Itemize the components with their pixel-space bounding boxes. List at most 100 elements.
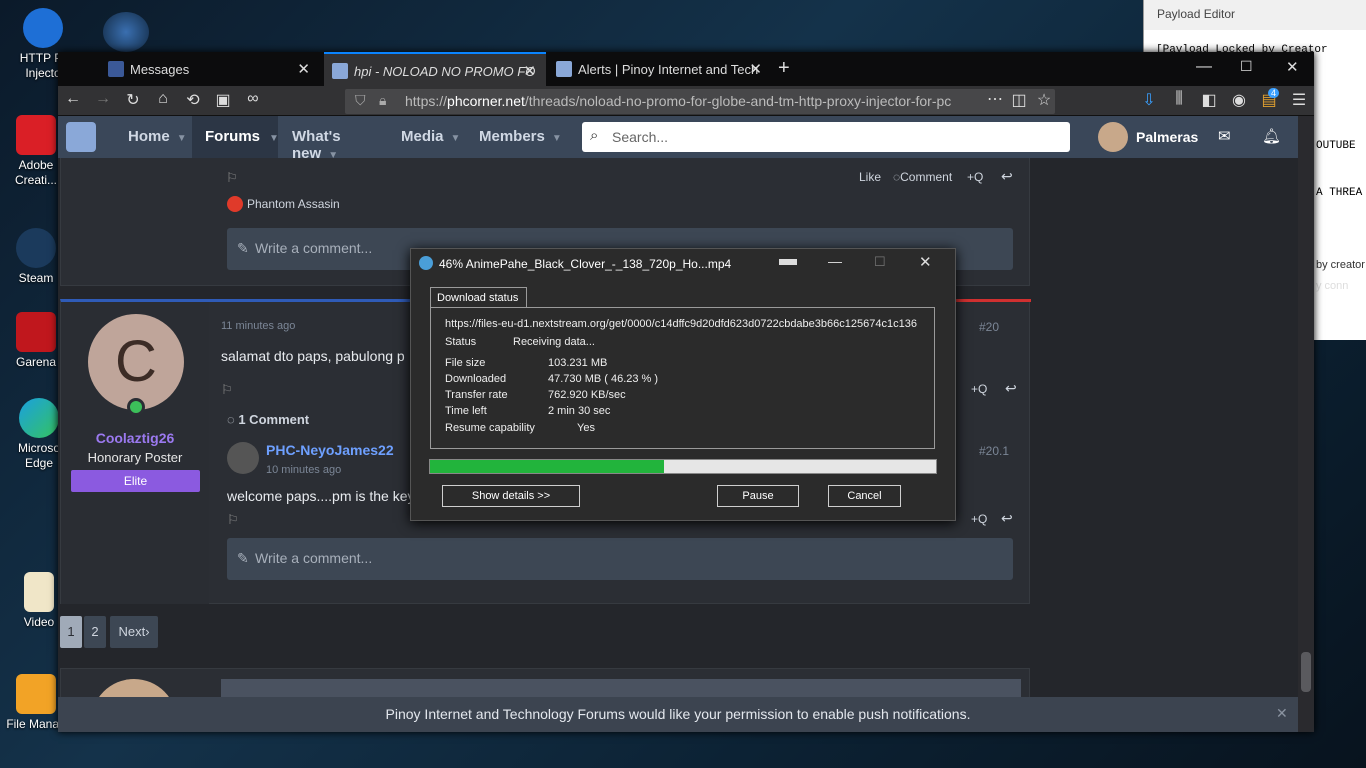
minimize-icon[interactable]: — <box>1196 58 1212 76</box>
reload-icon[interactable]: ↻ <box>122 90 144 110</box>
pause-button[interactable]: Pause <box>717 485 799 507</box>
post-text: salamat dto paps, pabulong p <box>221 348 405 364</box>
dialog-titlebar[interactable]: 46% AnimePahe_Black_Clover_-_138_720p_Ho… <box>411 249 955 278</box>
url-bar[interactable]: ⛉ 🔒︎ https://phcorner.net/threads/noload… <box>345 89 1055 114</box>
close-icon[interactable]: ✕ <box>297 60 310 78</box>
search-icon: ⌕ <box>590 127 599 144</box>
tab-bar: Messages ✕ hpi - NOLOAD NO PROMO FO ✕ Al… <box>58 52 1314 86</box>
row-value: Yes <box>577 422 595 434</box>
chevron-down-icon: ▼ <box>176 133 187 144</box>
payload-side-text: y conn <box>1316 280 1349 292</box>
nav-label: Media <box>401 128 444 145</box>
reply-author[interactable]: PHC-NeyoJames22 <box>266 442 394 458</box>
nav-forums[interactable]: Forums ▼ <box>192 116 279 158</box>
bell-icon[interactable]: 🔔︎ <box>1262 127 1281 145</box>
comment-button[interactable]: ◌Comment <box>893 170 952 184</box>
downloads-badge: 4 <box>1268 88 1280 98</box>
progress-fill <box>430 460 664 473</box>
minimize-icon[interactable]: — <box>828 253 842 269</box>
history-icon[interactable]: ⟲ <box>182 90 204 110</box>
window-close-icon[interactable]: ✕ <box>1286 58 1299 76</box>
pencil-icon: ✎ <box>237 550 249 566</box>
nav-media[interactable]: Media ▼ <box>390 116 466 158</box>
payload-line: A THREA <box>1316 187 1363 199</box>
quote-button[interactable]: +Q <box>971 382 987 396</box>
forward-icon[interactable]: → <box>92 90 114 108</box>
tab-download-status[interactable]: Download status <box>430 287 527 308</box>
transfer-rate-row: Transfer rate 762.920 KB/sec <box>445 389 626 401</box>
post-author[interactable]: Coolaztig26 <box>61 430 209 446</box>
comment-icon: ◌ <box>227 412 239 427</box>
user-avatar[interactable] <box>1098 122 1128 152</box>
row-label: Time left <box>445 405 487 417</box>
quote-button[interactable]: +Q <box>971 512 987 526</box>
pocket-icon[interactable]: ◫ <box>1008 90 1030 110</box>
payload-line: OUTUBE <box>1316 140 1356 152</box>
reply-icon[interactable]: ↩ <box>1001 510 1013 527</box>
new-tab-icon[interactable]: + <box>778 57 790 80</box>
maximize-icon[interactable]: ☐ <box>1240 58 1253 75</box>
like-button[interactable]: Like <box>859 170 881 184</box>
mail-icon[interactable]: ✉ <box>1218 127 1231 145</box>
flag-icon[interactable]: ⚐ <box>221 382 233 398</box>
shield-app-icon[interactable] <box>103 12 149 52</box>
menu-icon[interactable]: ☰ <box>1288 90 1310 110</box>
tab-messages[interactable]: Messages ✕ <box>100 52 320 86</box>
close-icon[interactable]: ✕ <box>523 62 536 80</box>
comment-input[interactable]: ✎ Write a comment... <box>227 538 1013 580</box>
scrollbar-thumb[interactable] <box>1301 652 1311 692</box>
site-logo[interactable] <box>66 122 96 152</box>
comment-label: Comment <box>900 170 953 184</box>
chevron-down-icon: ▼ <box>269 133 279 144</box>
user-name[interactable]: Palmeras <box>1136 129 1198 145</box>
flag-icon[interactable]: ⚐ <box>227 512 239 528</box>
avatar[interactable]: C <box>88 314 184 410</box>
post-accent-bar <box>956 299 1031 302</box>
quote-button[interactable]: +Q <box>967 170 983 184</box>
close-icon[interactable]: ✕ <box>749 60 762 78</box>
next-page-button[interactable]: Next› <box>110 616 158 648</box>
scrollbar[interactable] <box>1298 116 1314 732</box>
show-details-button[interactable]: Show details >> <box>442 485 580 507</box>
tab-alerts[interactable]: Alerts | Pinoy Internet and Tech ✕ <box>548 52 772 86</box>
flag-icon[interactable]: ⚐ <box>226 170 238 186</box>
downloads-icon[interactable]: ⇩ <box>1138 90 1160 110</box>
cancel-button[interactable]: Cancel <box>828 485 901 507</box>
nav-home[interactable]: Home ▼ <box>114 116 189 158</box>
reply-icon[interactable]: ↩ <box>1005 380 1017 397</box>
comments-header: ◌ 1 Comment <box>227 412 309 427</box>
page-2[interactable]: 2 <box>84 616 106 648</box>
search-input[interactable]: ⌕ Search... <box>582 122 1070 152</box>
extension-icon[interactable]: ∞ <box>242 90 264 108</box>
reply-time[interactable]: 10 minutes ago <box>266 464 341 476</box>
page-actions-icon[interactable]: ⋯ <box>984 89 1006 109</box>
reply-number[interactable]: #20.1 <box>979 444 1009 458</box>
home-icon[interactable]: ⌂ <box>152 90 174 108</box>
tab-hpi[interactable]: hpi - NOLOAD NO PROMO FO ✕ <box>324 52 546 86</box>
nav-whats-new[interactable]: What's new ▼ <box>280 116 384 162</box>
reply-icon[interactable]: ↩ <box>1001 168 1013 185</box>
row-label: Resume capability <box>445 422 535 434</box>
sidebar-icon[interactable]: ◧ <box>1198 90 1220 110</box>
reply-avatar[interactable] <box>227 442 259 474</box>
dialog-title: 46% AnimePahe_Black_Clover_-_138_720p_Ho… <box>439 257 732 271</box>
page-1[interactable]: 1 <box>60 616 82 648</box>
chevron-right-icon: › <box>145 624 150 639</box>
push-notification-bar: Pinoy Internet and Technology Forums wou… <box>58 697 1298 732</box>
reactor-name[interactable]: Phantom Assasin <box>247 197 340 211</box>
maximize-icon[interactable]: ☐ <box>874 254 886 270</box>
screenshot-icon[interactable]: ▣ <box>212 90 234 110</box>
user-sidebar: C Coolaztig26 Honorary Poster Elite <box>61 302 209 604</box>
library-icon[interactable]: ⫼ <box>1168 90 1190 108</box>
comment-placeholder: Write a comment... <box>255 240 373 256</box>
account-icon[interactable]: ◉ <box>1228 90 1250 110</box>
bookmark-star-icon[interactable]: ☆ <box>1033 90 1055 110</box>
back-icon[interactable]: ← <box>62 90 84 108</box>
user-rank: Honorary Poster <box>87 450 183 465</box>
close-icon[interactable]: ✕ <box>1276 705 1288 722</box>
post-time[interactable]: 11 minutes ago <box>221 320 295 332</box>
post-number[interactable]: #20 <box>979 320 999 334</box>
close-icon[interactable]: ✕ <box>919 253 932 271</box>
nav-members[interactable]: Members ▼ <box>468 116 568 158</box>
online-indicator <box>127 398 145 416</box>
